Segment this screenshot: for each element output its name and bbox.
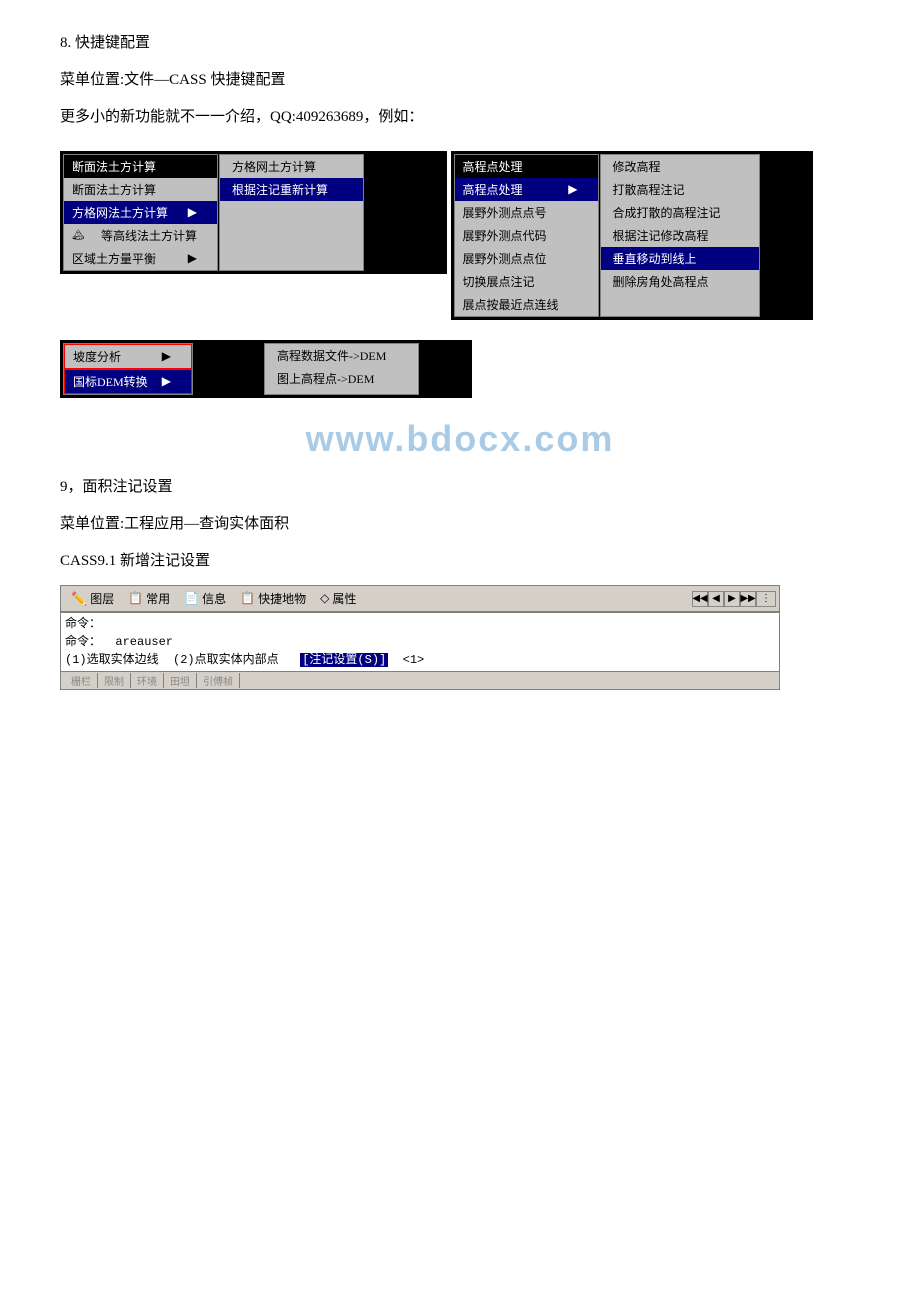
- menu1-header: 断面法土方计算: [64, 155, 217, 178]
- status-item5: 引傅帧: [197, 673, 240, 688]
- status-item1: 栅栏: [65, 673, 98, 688]
- cmd-line3: (1)选取实体边线 (2)点取实体内部点 [注记设置(S)] <1>: [65, 651, 775, 669]
- tab-layers[interactable]: ✏️ 图层: [64, 587, 121, 610]
- status-item2: 限制: [98, 673, 131, 688]
- section9-note: CASS9.1 新增注记设置: [60, 548, 860, 575]
- info-doc-icon: 📄: [184, 591, 199, 606]
- watermark: www.bdocx.com: [60, 412, 860, 466]
- status-item4: 田坦: [164, 673, 197, 688]
- menu1-item2[interactable]: 方格网法土方计算 ▶: [64, 201, 217, 224]
- cmd-highlight-text: [注记设置(S)]: [300, 653, 388, 667]
- submenu3-item2[interactable]: 图上高程点->DEM: [265, 367, 418, 390]
- nav-prev-btn[interactable]: ◀: [708, 591, 724, 607]
- menu1-item1[interactable]: 断面法土方计算: [64, 178, 217, 201]
- menu3-item1[interactable]: 坡度分析 ▶: [64, 344, 192, 369]
- tab-info-label: 信息: [202, 590, 226, 607]
- tab-quickobj-label: 快捷地物: [258, 590, 306, 607]
- menu2-item6[interactable]: 展点按最近点连线: [455, 293, 598, 316]
- submenu1-item1[interactable]: 方格网土方计算: [220, 155, 363, 178]
- common-icon: 📋: [128, 591, 143, 606]
- screenshot3: 坡度分析 ▶ 国标DEM转换 ▶ 高程数据文件->DEM 图上高程点->DEM: [60, 340, 472, 398]
- arrow5-icon: ▶: [162, 374, 171, 389]
- submenu3-item1[interactable]: 高程数据文件->DEM: [265, 344, 418, 367]
- menu2-item3[interactable]: 展野外测点代码: [455, 224, 598, 247]
- arrow-icon: ▶: [188, 205, 197, 220]
- tab-common[interactable]: 📋 常用: [121, 587, 177, 610]
- section8-menu-location: 菜单位置:文件—CASS 快捷键配置: [60, 67, 860, 94]
- cad-screenshot: ✏️ 图层 📋 常用 📄 信息 📋 快捷地物 ◇ 属性 ◀◀ ◀ ▶ ▶▶ ⋮ …: [60, 585, 780, 690]
- section9-title: 9，面积注记设置: [60, 474, 860, 501]
- tab-layers-label: 图层: [90, 590, 114, 607]
- cad-toolbar-row: ✏️ 图层 📋 常用 📄 信息 📋 快捷地物 ◇ 属性 ◀◀ ◀ ▶ ▶▶ ⋮: [60, 585, 780, 612]
- tab-info[interactable]: 📄 信息: [177, 587, 233, 610]
- layers-icon: ✏️: [71, 591, 87, 607]
- cad-command-area: 命令： 命令： areauser (1)选取实体边线 (2)点取实体内部点 [注…: [60, 612, 780, 672]
- arrow4-icon: ▶: [162, 349, 171, 364]
- screenshot1: 断面法土方计算 断面法土方计算 方格网法土方计算 ▶ 🏔 等高线法土方计算 区域…: [60, 151, 447, 274]
- menu2-item1[interactable]: 高程点处理 ▶: [455, 178, 598, 201]
- diamond-icon: ◇: [320, 591, 329, 606]
- tab-attr[interactable]: ◇ 属性: [313, 587, 363, 610]
- screenshot1-bg-right: [364, 154, 444, 271]
- cmd-line1: 命令：: [65, 615, 775, 633]
- menu1-item4[interactable]: 区域土方量平衡 ▶: [64, 247, 217, 270]
- menu2-submenu: 修改高程 打散高程注记 合成打散的高程注记 根据注记修改高程 垂直移动到线上 删…: [600, 154, 760, 317]
- menu1-item3[interactable]: 🏔 等高线法土方计算: [64, 224, 217, 247]
- nav-next-btn[interactable]: ▶: [724, 591, 740, 607]
- menu1-submenu: 方格网土方计算 根据注记重新计算: [219, 154, 364, 271]
- menu2-item2[interactable]: 展野外测点点号: [455, 201, 598, 224]
- section8-note: 更多小的新功能就不一一介绍，QQ:409263689，例如：: [60, 104, 860, 131]
- tab-common-label: 常用: [146, 590, 170, 607]
- screenshot2-bg-right: [760, 154, 810, 317]
- submenu1-item2[interactable]: 根据注记重新计算: [220, 178, 363, 201]
- nav-first-btn[interactable]: ◀◀: [692, 591, 708, 607]
- section8-title: 8. 快捷键配置: [60, 30, 860, 57]
- submenu2-item1[interactable]: 修改高程: [601, 155, 759, 178]
- submenu2-item2[interactable]: 打散高程注记: [601, 178, 759, 201]
- tab-attr-label: 属性: [332, 590, 356, 607]
- menu3-item2[interactable]: 国标DEM转换 ▶: [64, 369, 192, 394]
- menu2-item4[interactable]: 展野外测点点位: [455, 247, 598, 270]
- screenshot2: 高程点处理 高程点处理 ▶ 展野外测点点号 展野外测点代码 展野外测点点位 切换…: [451, 151, 813, 320]
- arrow3-icon: ▶: [568, 182, 577, 197]
- cmd-line2: 命令： areauser: [65, 633, 775, 651]
- nav-extra-btn[interactable]: ⋮: [756, 591, 776, 607]
- status-item3: 环境: [131, 673, 164, 688]
- menu1-left: 断面法土方计算 断面法土方计算 方格网法土方计算 ▶ 🏔 等高线法土方计算 区域…: [63, 154, 218, 271]
- nav-last-btn[interactable]: ▶▶: [740, 591, 756, 607]
- menu2-left: 高程点处理 高程点处理 ▶ 展野外测点点号 展野外测点代码 展野外测点点位 切换…: [454, 154, 599, 317]
- cad-status-bar: 栅栏 限制 环境 田坦 引傅帧: [60, 672, 780, 690]
- menu3-left: 坡度分析 ▶ 国标DEM转换 ▶: [63, 343, 193, 395]
- arrow2-icon: ▶: [188, 251, 197, 266]
- screenshot3-bg-right: [419, 343, 469, 395]
- section9-menu-location: 菜单位置:工程应用—查询实体面积: [60, 511, 860, 538]
- quickobj-icon: 📋: [240, 591, 255, 606]
- submenu2-item4[interactable]: 根据注记修改高程: [601, 224, 759, 247]
- submenu2-item3[interactable]: 合成打散的高程注记: [601, 201, 759, 224]
- landscape-icon: 🏔: [72, 230, 85, 241]
- menu3-submenu: 高程数据文件->DEM 图上高程点->DEM: [264, 343, 419, 395]
- tab-quickobj[interactable]: 📋 快捷地物: [233, 587, 313, 610]
- submenu2-item5[interactable]: 垂直移动到线上: [601, 247, 759, 270]
- screenshot3-bg-mid: [193, 343, 263, 395]
- toolbar-nav-buttons: ◀◀ ◀ ▶ ▶▶ ⋮: [692, 591, 776, 607]
- menu2-item5[interactable]: 切换展点注记: [455, 270, 598, 293]
- menu2-header: 高程点处理: [455, 155, 598, 178]
- submenu2-item6[interactable]: 删除房角处高程点: [601, 270, 759, 293]
